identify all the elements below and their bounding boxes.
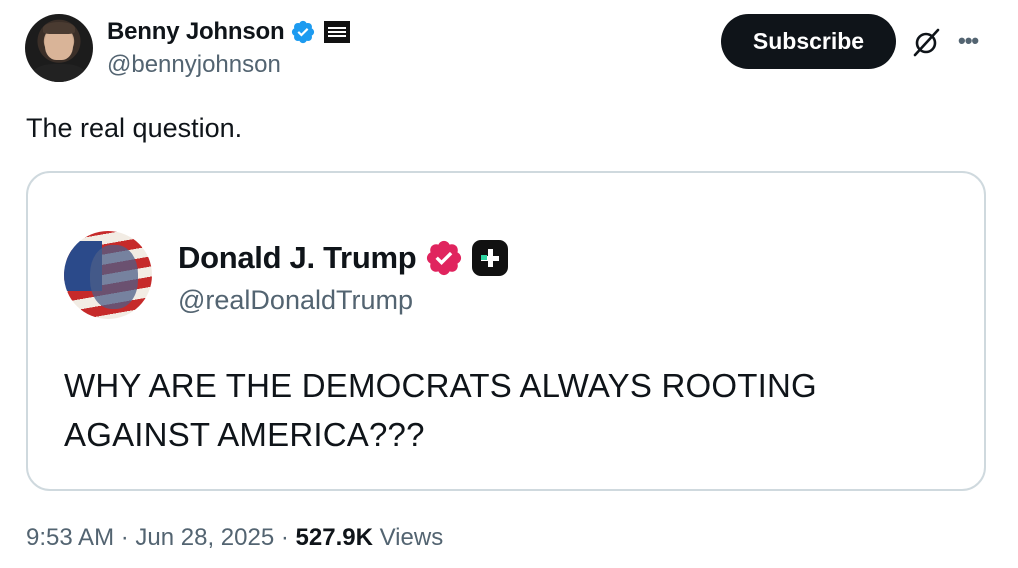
views-count: 527.9K bbox=[295, 524, 373, 551]
author-handle[interactable]: @bennyjohnson bbox=[107, 51, 281, 79]
post-time[interactable]: 9:53 AM bbox=[26, 524, 114, 551]
quoted-author-handle[interactable]: @realDonaldTrump bbox=[178, 285, 413, 316]
views-label: Views bbox=[379, 524, 444, 551]
subscribe-button[interactable]: Subscribe bbox=[721, 14, 896, 69]
quoted-author-avatar[interactable] bbox=[64, 231, 152, 319]
verified-badge-icon bbox=[292, 20, 315, 44]
avatar-portrait bbox=[90, 245, 138, 309]
avatar-shirt bbox=[31, 64, 87, 82]
quoted-name-row: Donald J. Trump bbox=[178, 238, 509, 278]
verified-badge-icon bbox=[427, 240, 462, 276]
more-options-icon[interactable]: ••• bbox=[958, 28, 979, 54]
quoted-post-text: WHY ARE THE DEMOCRATS ALWAYS ROOTING AGA… bbox=[64, 367, 817, 453]
post-text: The real question. bbox=[26, 113, 243, 143]
meta-separator: · bbox=[280, 524, 289, 551]
meta-separator: · bbox=[120, 524, 129, 551]
author-name-row: Benny Johnson bbox=[107, 18, 351, 46]
post-date[interactable]: Jun 28, 2025 bbox=[135, 524, 274, 551]
quoted-author-name[interactable]: Donald J. Trump bbox=[178, 240, 417, 276]
post-metadata: 9:53 AM · Jun 28, 2025 · 527.9K Views bbox=[26, 524, 443, 552]
affiliate-badge-icon[interactable] bbox=[472, 240, 509, 276]
post-author-avatar[interactable] bbox=[25, 14, 93, 82]
quoted-post-card[interactable]: Donald J. Trump @realDonaldTrump WHY ARE… bbox=[26, 171, 986, 491]
avatar-hair bbox=[43, 22, 75, 34]
author-name[interactable]: Benny Johnson bbox=[107, 18, 285, 46]
affiliate-badge-icon[interactable] bbox=[324, 21, 351, 43]
grok-icon[interactable] bbox=[910, 26, 942, 58]
